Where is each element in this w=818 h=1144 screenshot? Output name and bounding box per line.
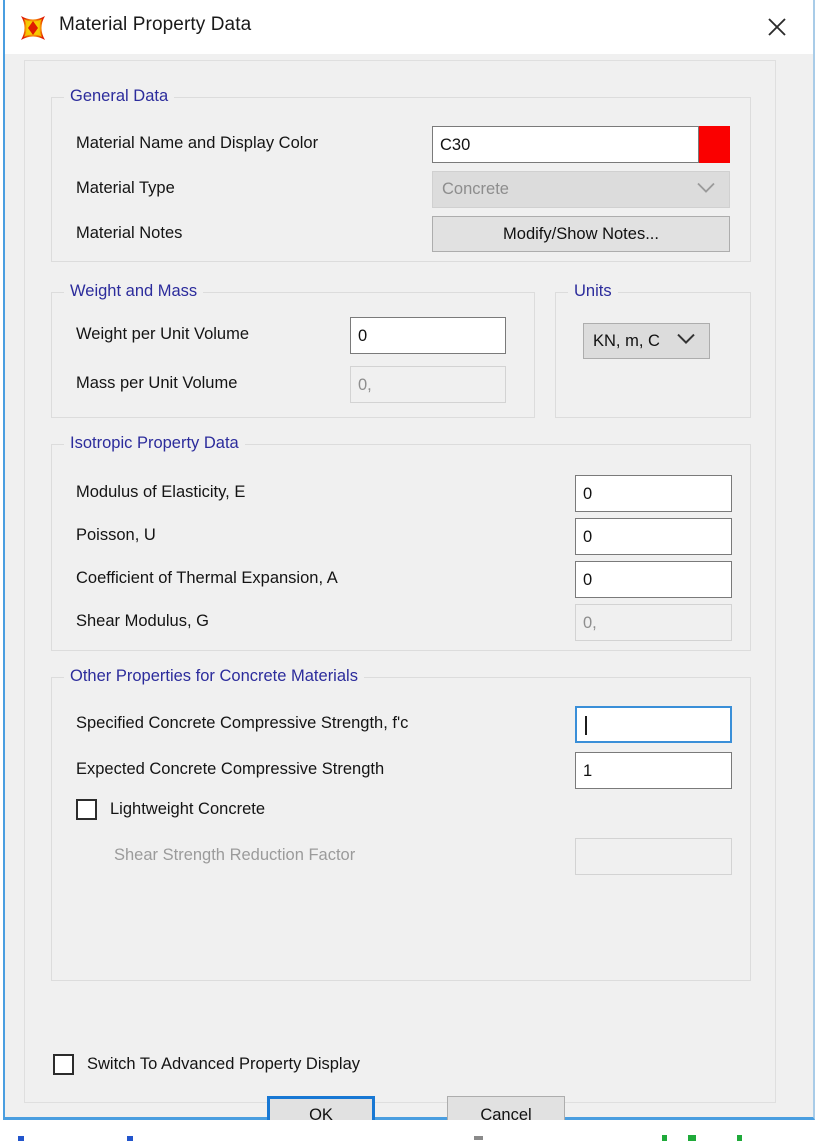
weight-per-unit-volume-input[interactable]: 0 [350, 317, 506, 354]
material-type-label: Material Type [76, 179, 175, 197]
material-type-select[interactable]: Concrete [432, 171, 730, 208]
bleed-dot [18, 1136, 24, 1141]
dialog-body: General Data Material Name and Display C… [5, 54, 813, 1135]
properties-panel: General Data Material Name and Display C… [24, 60, 776, 1103]
material-notes-label: Material Notes [76, 224, 183, 242]
shear-modulus-label: Shear Modulus, G [76, 612, 209, 630]
units-legend: Units [568, 282, 618, 301]
switch-advanced-display-checkbox[interactable]: Switch To Advanced Property Display [53, 1054, 360, 1075]
shear-strength-reduction-input [575, 838, 732, 875]
window-title: Material Property Data [59, 14, 252, 35]
bleed-dot [127, 1136, 133, 1141]
bleed-dot [737, 1135, 742, 1141]
weight-per-unit-volume-label: Weight per Unit Volume [76, 325, 250, 343]
app-star-icon [20, 15, 46, 41]
lightweight-concrete-checkbox[interactable]: Lightweight Concrete [76, 799, 265, 820]
units-group: Units KN, m, C [555, 282, 751, 418]
material-name-input[interactable]: C30 [432, 126, 699, 163]
checkbox-box [76, 799, 97, 820]
material-property-data-dialog: Material Property Data General Data Mate… [3, 0, 815, 1135]
units-select[interactable]: KN, m, C [583, 323, 710, 359]
checkbox-box [53, 1054, 74, 1075]
mass-per-unit-volume-label: Mass per Unit Volume [76, 374, 238, 392]
modify-show-notes-button[interactable]: Modify/Show Notes... [432, 216, 730, 252]
modulus-of-elasticity-input[interactable]: 0 [575, 475, 732, 512]
modulus-of-elasticity-label: Modulus of Elasticity, E [76, 483, 246, 501]
concrete-properties-group: Other Properties for Concrete Materials … [51, 667, 751, 981]
units-value: KN, m, C [593, 331, 660, 350]
chevron-down-icon [696, 179, 716, 198]
material-name-label: Material Name and Display Color [76, 134, 319, 152]
general-data-legend: General Data [64, 87, 175, 106]
switch-advanced-display-label: Switch To Advanced Property Display [87, 1055, 360, 1073]
expected-compressive-strength-input[interactable]: 1 [575, 752, 732, 789]
isotropic-legend: Isotropic Property Data [64, 434, 245, 453]
material-type-value: Concrete [442, 180, 509, 198]
mass-per-unit-volume-input: 0, [350, 366, 506, 403]
general-data-group: General Data Material Name and Display C… [51, 87, 751, 262]
bleed-dot [688, 1135, 696, 1141]
close-icon[interactable] [755, 10, 799, 44]
text-caret [585, 716, 587, 735]
display-color-swatch[interactable] [699, 126, 730, 163]
background-bleed-strip [0, 1120, 818, 1144]
title-bar: Material Property Data [5, 0, 813, 55]
concrete-properties-legend: Other Properties for Concrete Materials [64, 667, 364, 686]
isotropic-property-data-group: Isotropic Property Data Modulus of Elast… [51, 434, 751, 651]
expected-compressive-strength-label: Expected Concrete Compressive Strength [76, 760, 385, 778]
specified-compressive-strength-label: Specified Concrete Compressive Strength,… [76, 714, 409, 732]
poisson-input[interactable]: 0 [575, 518, 732, 555]
chevron-down-icon [676, 331, 696, 350]
lightweight-concrete-label: Lightweight Concrete [110, 800, 266, 818]
weight-and-mass-group: Weight and Mass Weight per Unit Volume 0… [51, 282, 535, 418]
coefficient-thermal-expansion-input[interactable]: 0 [575, 561, 732, 598]
bleed-dot [662, 1135, 667, 1141]
specified-compressive-strength-input[interactable] [575, 706, 732, 743]
shear-strength-reduction-label: Shear Strength Reduction Factor [114, 846, 356, 864]
coefficient-thermal-expansion-label: Coefficient of Thermal Expansion, A [76, 569, 338, 587]
weight-and-mass-legend: Weight and Mass [64, 282, 204, 301]
poisson-label: Poisson, U [76, 526, 156, 544]
shear-modulus-input: 0, [575, 604, 732, 641]
bleed-dot [474, 1136, 483, 1140]
